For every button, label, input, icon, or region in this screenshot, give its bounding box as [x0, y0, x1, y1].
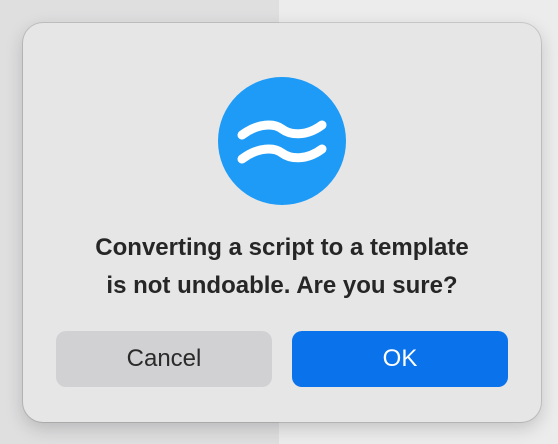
dialog-message: Converting a script to a template is not…: [43, 229, 521, 305]
ok-button[interactable]: OK: [292, 331, 508, 387]
cancel-button[interactable]: Cancel: [56, 331, 272, 387]
message-line-1: Converting a script to a template: [95, 234, 469, 261]
message-line-2: is not undoable. Are you sure?: [106, 272, 458, 299]
waves-app-icon: [218, 77, 346, 205]
waves-icon: [237, 120, 327, 164]
confirm-dialog: Converting a script to a template is not…: [23, 23, 541, 422]
